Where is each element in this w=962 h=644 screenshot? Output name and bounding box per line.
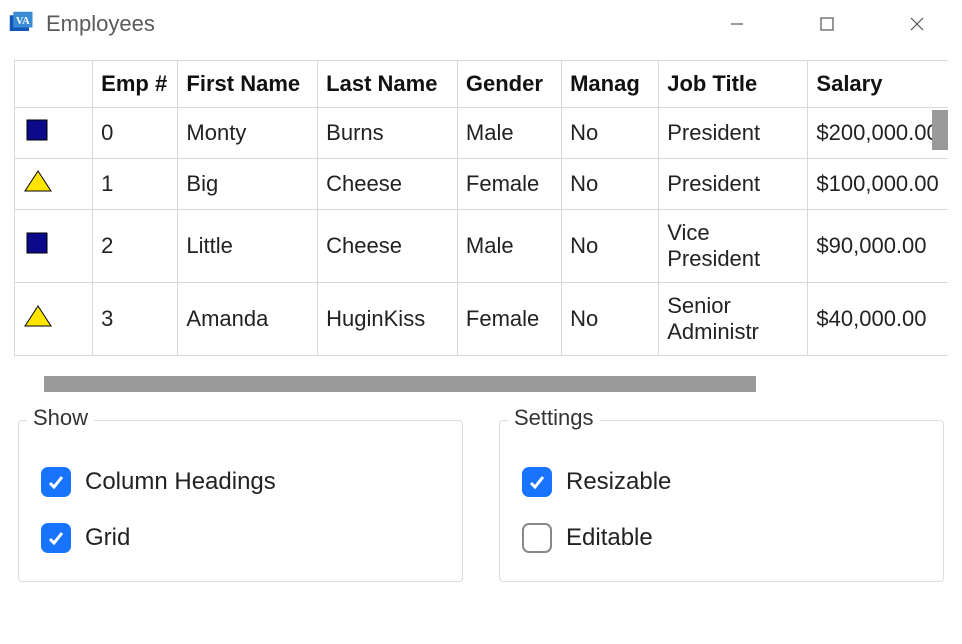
- checkbox-label: Grid: [85, 524, 130, 552]
- cell-salary: $100,000.00: [808, 159, 948, 210]
- row-icon: [15, 159, 93, 210]
- row-icon: [15, 108, 93, 159]
- cell-jobtitle: Senior Administr: [659, 283, 808, 356]
- col-emp[interactable]: Emp #: [93, 61, 178, 108]
- cell-salary: $200,000.00: [808, 108, 948, 159]
- employees-table[interactable]: Emp # First Name Last Name Gender Manag …: [14, 60, 948, 356]
- checkbox-label: Column Headings: [85, 468, 276, 496]
- cell-first: Monty: [178, 108, 318, 159]
- cell-last: Cheese: [318, 210, 458, 283]
- minimize-button[interactable]: [692, 0, 782, 48]
- cell-salary: $90,000.00: [808, 210, 948, 283]
- col-gender[interactable]: Gender: [457, 61, 561, 108]
- show-group: Show Column Headings Grid: [18, 420, 463, 582]
- cell-emp: 1: [93, 159, 178, 210]
- col-first[interactable]: First Name: [178, 61, 318, 108]
- cell-gender: Male: [457, 108, 561, 159]
- editable-checkbox[interactable]: Editable: [522, 523, 921, 553]
- employees-table-viewport: Emp # First Name Last Name Gender Manag …: [14, 60, 948, 370]
- settings-legend: Settings: [508, 405, 600, 431]
- cell-manager: No: [562, 159, 659, 210]
- col-manager[interactable]: Manag: [562, 61, 659, 108]
- checkbox-icon: [41, 467, 71, 497]
- horizontal-scrollbar[interactable]: [44, 376, 756, 392]
- cell-gender: Female: [457, 283, 561, 356]
- cell-first: Big: [178, 159, 318, 210]
- col-last[interactable]: Last Name: [318, 61, 458, 108]
- settings-group: Settings Resizable Editable: [499, 420, 944, 582]
- cell-last: HuginKiss: [318, 283, 458, 356]
- column-headings-checkbox[interactable]: Column Headings: [41, 467, 440, 497]
- window-title: Employees: [46, 11, 155, 37]
- cell-manager: No: [562, 210, 659, 283]
- cell-salary: $40,000.00: [808, 283, 948, 356]
- table-row[interactable]: 0MontyBurnsMaleNoPresident$200,000.0055: [15, 108, 949, 159]
- vertical-scrollbar[interactable]: [932, 110, 948, 150]
- maximize-button[interactable]: [782, 0, 872, 48]
- cell-first: Little: [178, 210, 318, 283]
- row-icon: [15, 283, 93, 356]
- close-button[interactable]: [872, 0, 962, 48]
- cell-jobtitle: President: [659, 159, 808, 210]
- cell-manager: No: [562, 283, 659, 356]
- col-jobtitle[interactable]: Job Title: [659, 61, 808, 108]
- col-salary[interactable]: Salary: [808, 61, 948, 108]
- checkbox-icon: [522, 523, 552, 553]
- cell-first: Amanda: [178, 283, 318, 356]
- cell-gender: Male: [457, 210, 561, 283]
- cell-manager: No: [562, 108, 659, 159]
- row-icon: [15, 210, 93, 283]
- cell-emp: 2: [93, 210, 178, 283]
- cell-gender: Female: [457, 159, 561, 210]
- cell-emp: 3: [93, 283, 178, 356]
- titlebar: VA Employees: [0, 0, 962, 48]
- grid-checkbox[interactable]: Grid: [41, 523, 440, 553]
- cell-jobtitle: President: [659, 108, 808, 159]
- cell-last: Cheese: [318, 159, 458, 210]
- show-legend: Show: [27, 405, 94, 431]
- app-icon: VA: [8, 10, 36, 38]
- checkbox-label: Editable: [566, 524, 653, 552]
- cell-last: Burns: [318, 108, 458, 159]
- svg-text:VA: VA: [16, 16, 30, 27]
- table-row[interactable]: 2LittleCheeseMaleNoVice President$90,000…: [15, 210, 949, 283]
- cell-emp: 0: [93, 108, 178, 159]
- cell-jobtitle: Vice President: [659, 210, 808, 283]
- checkbox-icon: [522, 467, 552, 497]
- col-icon[interactable]: [15, 61, 93, 108]
- header-row: Emp # First Name Last Name Gender Manag …: [15, 61, 949, 108]
- resizable-checkbox[interactable]: Resizable: [522, 467, 921, 497]
- table-row[interactable]: 1BigCheeseFemaleNoPresident$100,000.0055: [15, 159, 949, 210]
- checkbox-icon: [41, 523, 71, 553]
- checkbox-label: Resizable: [566, 468, 671, 496]
- table-row[interactable]: 3AmandaHuginKissFemaleNoSenior Administr…: [15, 283, 949, 356]
